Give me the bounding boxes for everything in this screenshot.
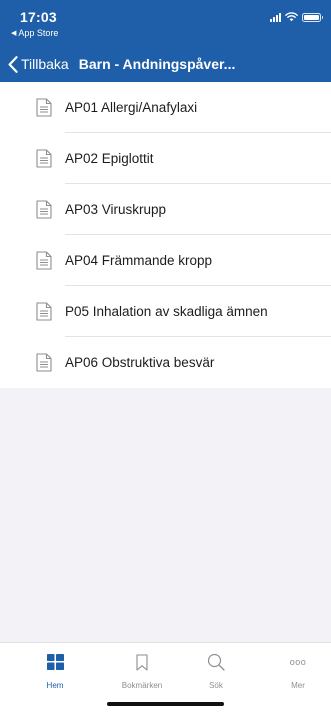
list-item-label: AP04 Främmande kropp xyxy=(65,253,213,268)
list-item[interactable]: AP06 Obstruktiva besvär xyxy=(0,337,331,388)
wifi-icon xyxy=(285,12,298,22)
navigation-bar: Tillbaka Barn - Andningspåver... xyxy=(0,48,331,80)
back-button[interactable]: Tillbaka xyxy=(8,55,69,73)
list-item[interactable]: AP03 Viruskrupp xyxy=(0,184,331,235)
tab-hem-label: Hem xyxy=(46,681,64,690)
grid-icon xyxy=(46,651,64,673)
status-icons xyxy=(270,12,323,22)
document-icon xyxy=(36,302,52,321)
chevron-left-icon xyxy=(8,55,18,73)
back-triangle-icon: ◀ xyxy=(11,30,17,37)
header: 17:03 ◀ App Store Tillbaka Barn - Andnin… xyxy=(0,0,331,88)
cellular-signal-icon xyxy=(270,12,281,22)
list-item[interactable]: AP04 Främmande kropp xyxy=(0,235,331,286)
bookmark-icon xyxy=(136,651,148,673)
list-item-label: AP06 Obstruktiva besvär xyxy=(65,355,215,370)
document-icon xyxy=(36,149,52,168)
home-indicator[interactable] xyxy=(107,702,224,706)
more-icon: ooo xyxy=(289,657,307,667)
tab-mer-label: Mer xyxy=(291,681,305,690)
battery-icon xyxy=(302,12,323,22)
tab-bokmarken-label: Bokmärken xyxy=(121,681,163,690)
document-list: AP01 Allergi/Anafylaxi AP02 Epiglottit A… xyxy=(0,82,331,388)
tab-sok-label: Sök xyxy=(209,681,223,690)
list-item[interactable]: AP01 Allergi/Anafylaxi xyxy=(0,82,331,133)
document-icon xyxy=(36,200,52,219)
tab-bokmarken[interactable]: Bokmärken xyxy=(112,651,172,705)
list-item-label: AP03 Viruskrupp xyxy=(65,202,167,217)
document-icon xyxy=(36,251,52,270)
list-item-label: AP01 Allergi/Anafylaxi xyxy=(65,100,198,115)
list-item-label: AP02 Epiglottit xyxy=(65,151,154,166)
back-to-app-store[interactable]: ◀ App Store xyxy=(11,28,58,38)
search-icon xyxy=(207,651,225,673)
list-item-label: P05 Inhalation av skadliga ämnen xyxy=(65,304,268,319)
document-icon xyxy=(36,98,52,117)
back-to-app-label: App Store xyxy=(18,28,59,38)
back-button-label: Tillbaka xyxy=(21,56,69,72)
app-screen: 17:03 ◀ App Store Tillbaka Barn - Andnin… xyxy=(0,0,331,713)
page-title: Barn - Andningspåver... xyxy=(78,56,236,72)
list-item[interactable]: AP02 Epiglottit xyxy=(0,133,331,184)
list-item[interactable]: P05 Inhalation av skadliga ämnen xyxy=(0,286,331,337)
document-icon xyxy=(36,353,52,372)
tab-mer[interactable]: ooo Mer xyxy=(268,651,328,705)
tab-sok[interactable]: Sök xyxy=(186,651,246,705)
tab-hem[interactable]: Hem xyxy=(25,651,85,705)
status-time: 17:03 xyxy=(20,9,57,25)
